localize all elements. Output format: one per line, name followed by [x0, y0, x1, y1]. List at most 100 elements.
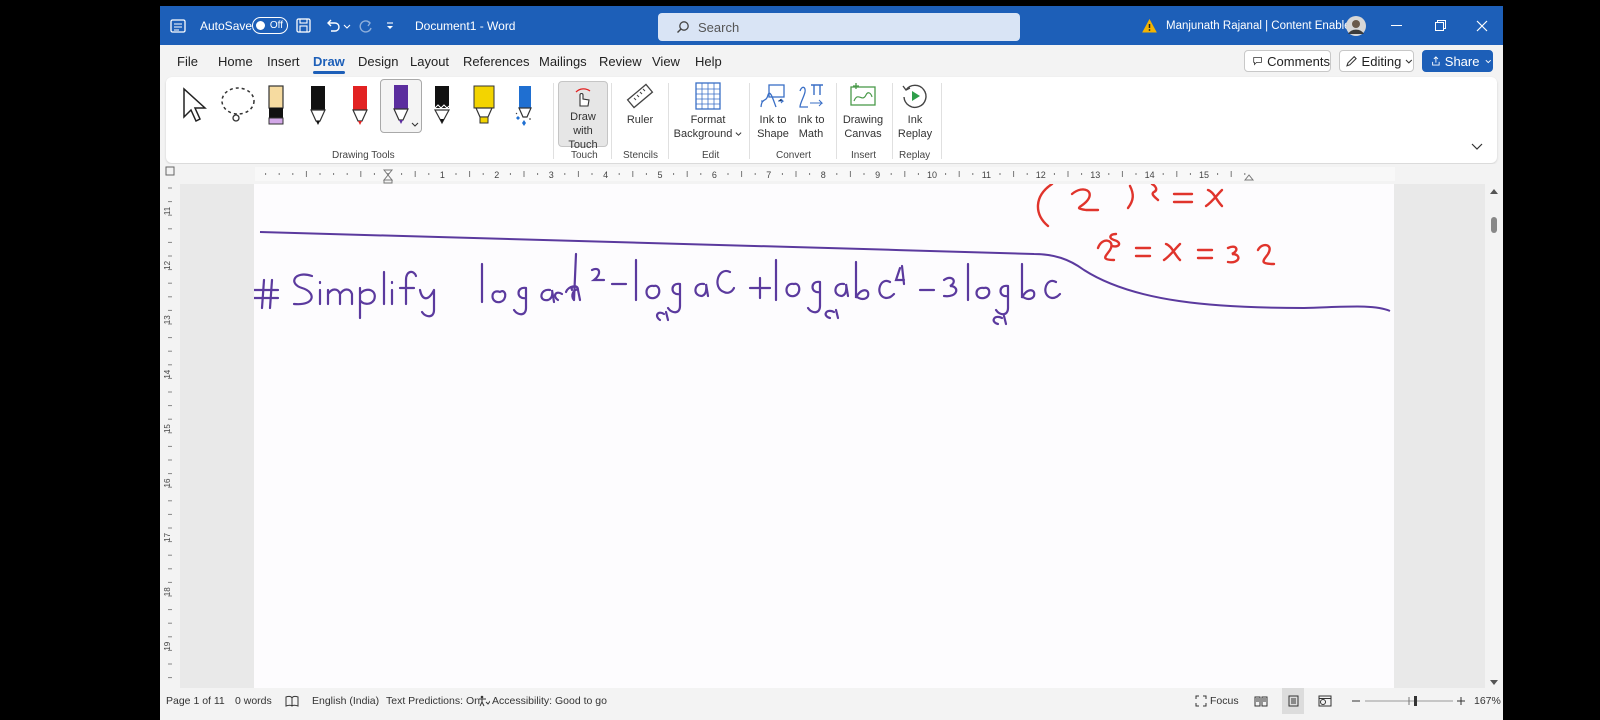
chevron-down-icon: [735, 132, 742, 136]
ink-to-shape-button[interactable]: Ink to Shape: [754, 81, 792, 141]
pen-lavender-icon[interactable]: [264, 83, 288, 131]
web-layout-icon[interactable]: [1318, 688, 1332, 714]
tab-draw[interactable]: Draw: [313, 45, 345, 77]
print-layout-icon[interactable]: [1282, 688, 1304, 714]
comments-button[interactable]: Comments: [1244, 50, 1331, 72]
language-indicator[interactable]: English (India): [312, 688, 379, 714]
focus-button[interactable]: Focus: [1210, 688, 1239, 714]
pen-purple-selected-icon[interactable]: [380, 79, 422, 133]
document-area[interactable]: [180, 182, 1485, 688]
vertical-ruler-number: 14: [163, 369, 172, 378]
horizontal-ruler[interactable]: 1 2 3 4 5 6 7 8 9 10 11 12 13 14 15: [160, 164, 1503, 184]
autosave-toggle[interactable]: Off: [252, 6, 288, 45]
ruler-number: 2: [494, 170, 499, 180]
restore-icon: [1434, 20, 1446, 31]
pencil-black-icon[interactable]: [430, 83, 454, 131]
ruler-number: 3: [549, 170, 554, 180]
ink-to-shape-icon: [760, 84, 785, 108]
vertical-ruler-number: 12: [163, 260, 172, 269]
zoom-slider[interactable]: [1365, 688, 1453, 714]
accessibility-icon[interactable]: [478, 688, 492, 714]
zoom-level[interactable]: 167%: [1474, 688, 1501, 714]
save-icon[interactable]: [296, 6, 311, 45]
ink-replay-label-2: Replay: [897, 128, 933, 140]
search-box[interactable]: Search: [658, 13, 1020, 41]
editing-label: Editing: [1361, 53, 1402, 69]
restore-button[interactable]: [1418, 6, 1462, 45]
group-separator: [611, 83, 612, 159]
action-pen-icon[interactable]: [512, 83, 536, 131]
user-name[interactable]: Manjunath Rajanal | Content Enablers: [1166, 6, 1360, 45]
group-label-stencils: Stencils: [623, 150, 659, 161]
proofing-icon[interactable]: [285, 688, 299, 714]
highlighter-yellow-icon[interactable]: [470, 83, 498, 131]
document-page[interactable]: [252, 182, 1394, 688]
focus-icon[interactable]: [1195, 688, 1207, 714]
comment-icon: [1253, 57, 1262, 66]
group-separator: [553, 83, 554, 159]
scroll-up-icon: [1490, 189, 1498, 194]
word-window: AutoSave Off Document1 - Word Search Man…: [160, 6, 1503, 720]
drawing-canvas-button[interactable]: Drawing Canvas: [840, 81, 886, 141]
word-app-icon[interactable]: [170, 6, 186, 45]
ink-equation: [252, 252, 1062, 326]
tab-file[interactable]: File: [177, 45, 198, 77]
draw-with-touch-button[interactable]: Draw with Touch: [558, 81, 608, 151]
pen-red-icon[interactable]: [348, 83, 372, 131]
vertical-ruler-number: 15: [163, 424, 172, 433]
tab-layout[interactable]: Layout: [410, 45, 449, 77]
scroll-thumb: [1491, 217, 1497, 233]
tab-review[interactable]: Review: [599, 45, 642, 77]
zoom-in-icon[interactable]: [1457, 688, 1465, 714]
tab-references[interactable]: References: [463, 45, 529, 77]
ink-to-shape-label-1: Ink to: [759, 114, 787, 126]
tab-view[interactable]: View: [652, 45, 680, 77]
ruler-number: 15: [1199, 170, 1209, 180]
ruler-number: 12: [1036, 170, 1046, 180]
redo-icon[interactable]: [358, 6, 374, 45]
ruler-number: 11: [982, 170, 991, 180]
ribbon-tabs: File Home Insert Draw Design Layout Refe…: [160, 45, 1503, 77]
tab-home[interactable]: Home: [218, 45, 253, 77]
share-button[interactable]: Share: [1422, 50, 1493, 72]
warning-icon[interactable]: [1142, 6, 1157, 45]
vertical-scrollbar[interactable]: [1485, 184, 1503, 688]
zoom-out-icon[interactable]: [1352, 688, 1360, 714]
ink-replay-button[interactable]: Ink Replay: [896, 81, 934, 141]
read-mode-icon[interactable]: [1254, 688, 1268, 714]
tab-mailings[interactable]: Mailings: [539, 45, 587, 77]
format-background-button[interactable]: Format Background: [672, 81, 744, 141]
editing-mode-button[interactable]: Editing: [1339, 50, 1414, 72]
autosave-label: AutoSave: [200, 18, 253, 33]
pen-black-icon[interactable]: [306, 83, 330, 131]
accessibility-status[interactable]: Accessibility: Good to go: [492, 688, 607, 714]
select-objects-icon[interactable]: [180, 87, 208, 127]
ink-drawing[interactable]: [252, 182, 1394, 688]
group-label-replay: Replay: [899, 150, 931, 161]
pencil-icon: [1346, 55, 1357, 67]
lasso-select-icon[interactable]: [218, 85, 258, 129]
page-count[interactable]: Page 1 of 11: [166, 688, 225, 714]
ruler-button[interactable]: Ruler: [620, 81, 660, 127]
undo-dropdown-icon: [343, 24, 351, 29]
collapse-ribbon-icon[interactable]: [1471, 141, 1483, 155]
ruler-number: 5: [657, 170, 662, 180]
ruler-number: 4: [603, 170, 608, 180]
word-count[interactable]: 0 words: [235, 688, 272, 714]
tab-insert[interactable]: Insert: [267, 45, 300, 77]
ink-to-math-icon: [799, 84, 824, 108]
title-bar: AutoSave Off Document1 - Word Search Man…: [160, 6, 1503, 45]
tab-design[interactable]: Design: [358, 45, 398, 77]
tab-help[interactable]: Help: [695, 45, 722, 77]
customize-toolbar-icon[interactable]: [385, 6, 395, 45]
scroll-down-icon: [1490, 680, 1498, 685]
ink-to-math-button[interactable]: Ink to Math: [792, 81, 830, 141]
vertical-ruler[interactable]: 11 12 13 14 15 16 17 18 19: [160, 184, 180, 688]
group-label-drawing-tools: Drawing Tools: [332, 150, 395, 161]
share-icon: [1432, 56, 1440, 66]
minimize-button[interactable]: [1374, 6, 1418, 45]
text-predictions-status[interactable]: Text Predictions: On: [386, 688, 480, 714]
close-button[interactable]: [1460, 6, 1503, 45]
avatar[interactable]: [1346, 6, 1366, 45]
undo-icon[interactable]: [325, 6, 351, 45]
